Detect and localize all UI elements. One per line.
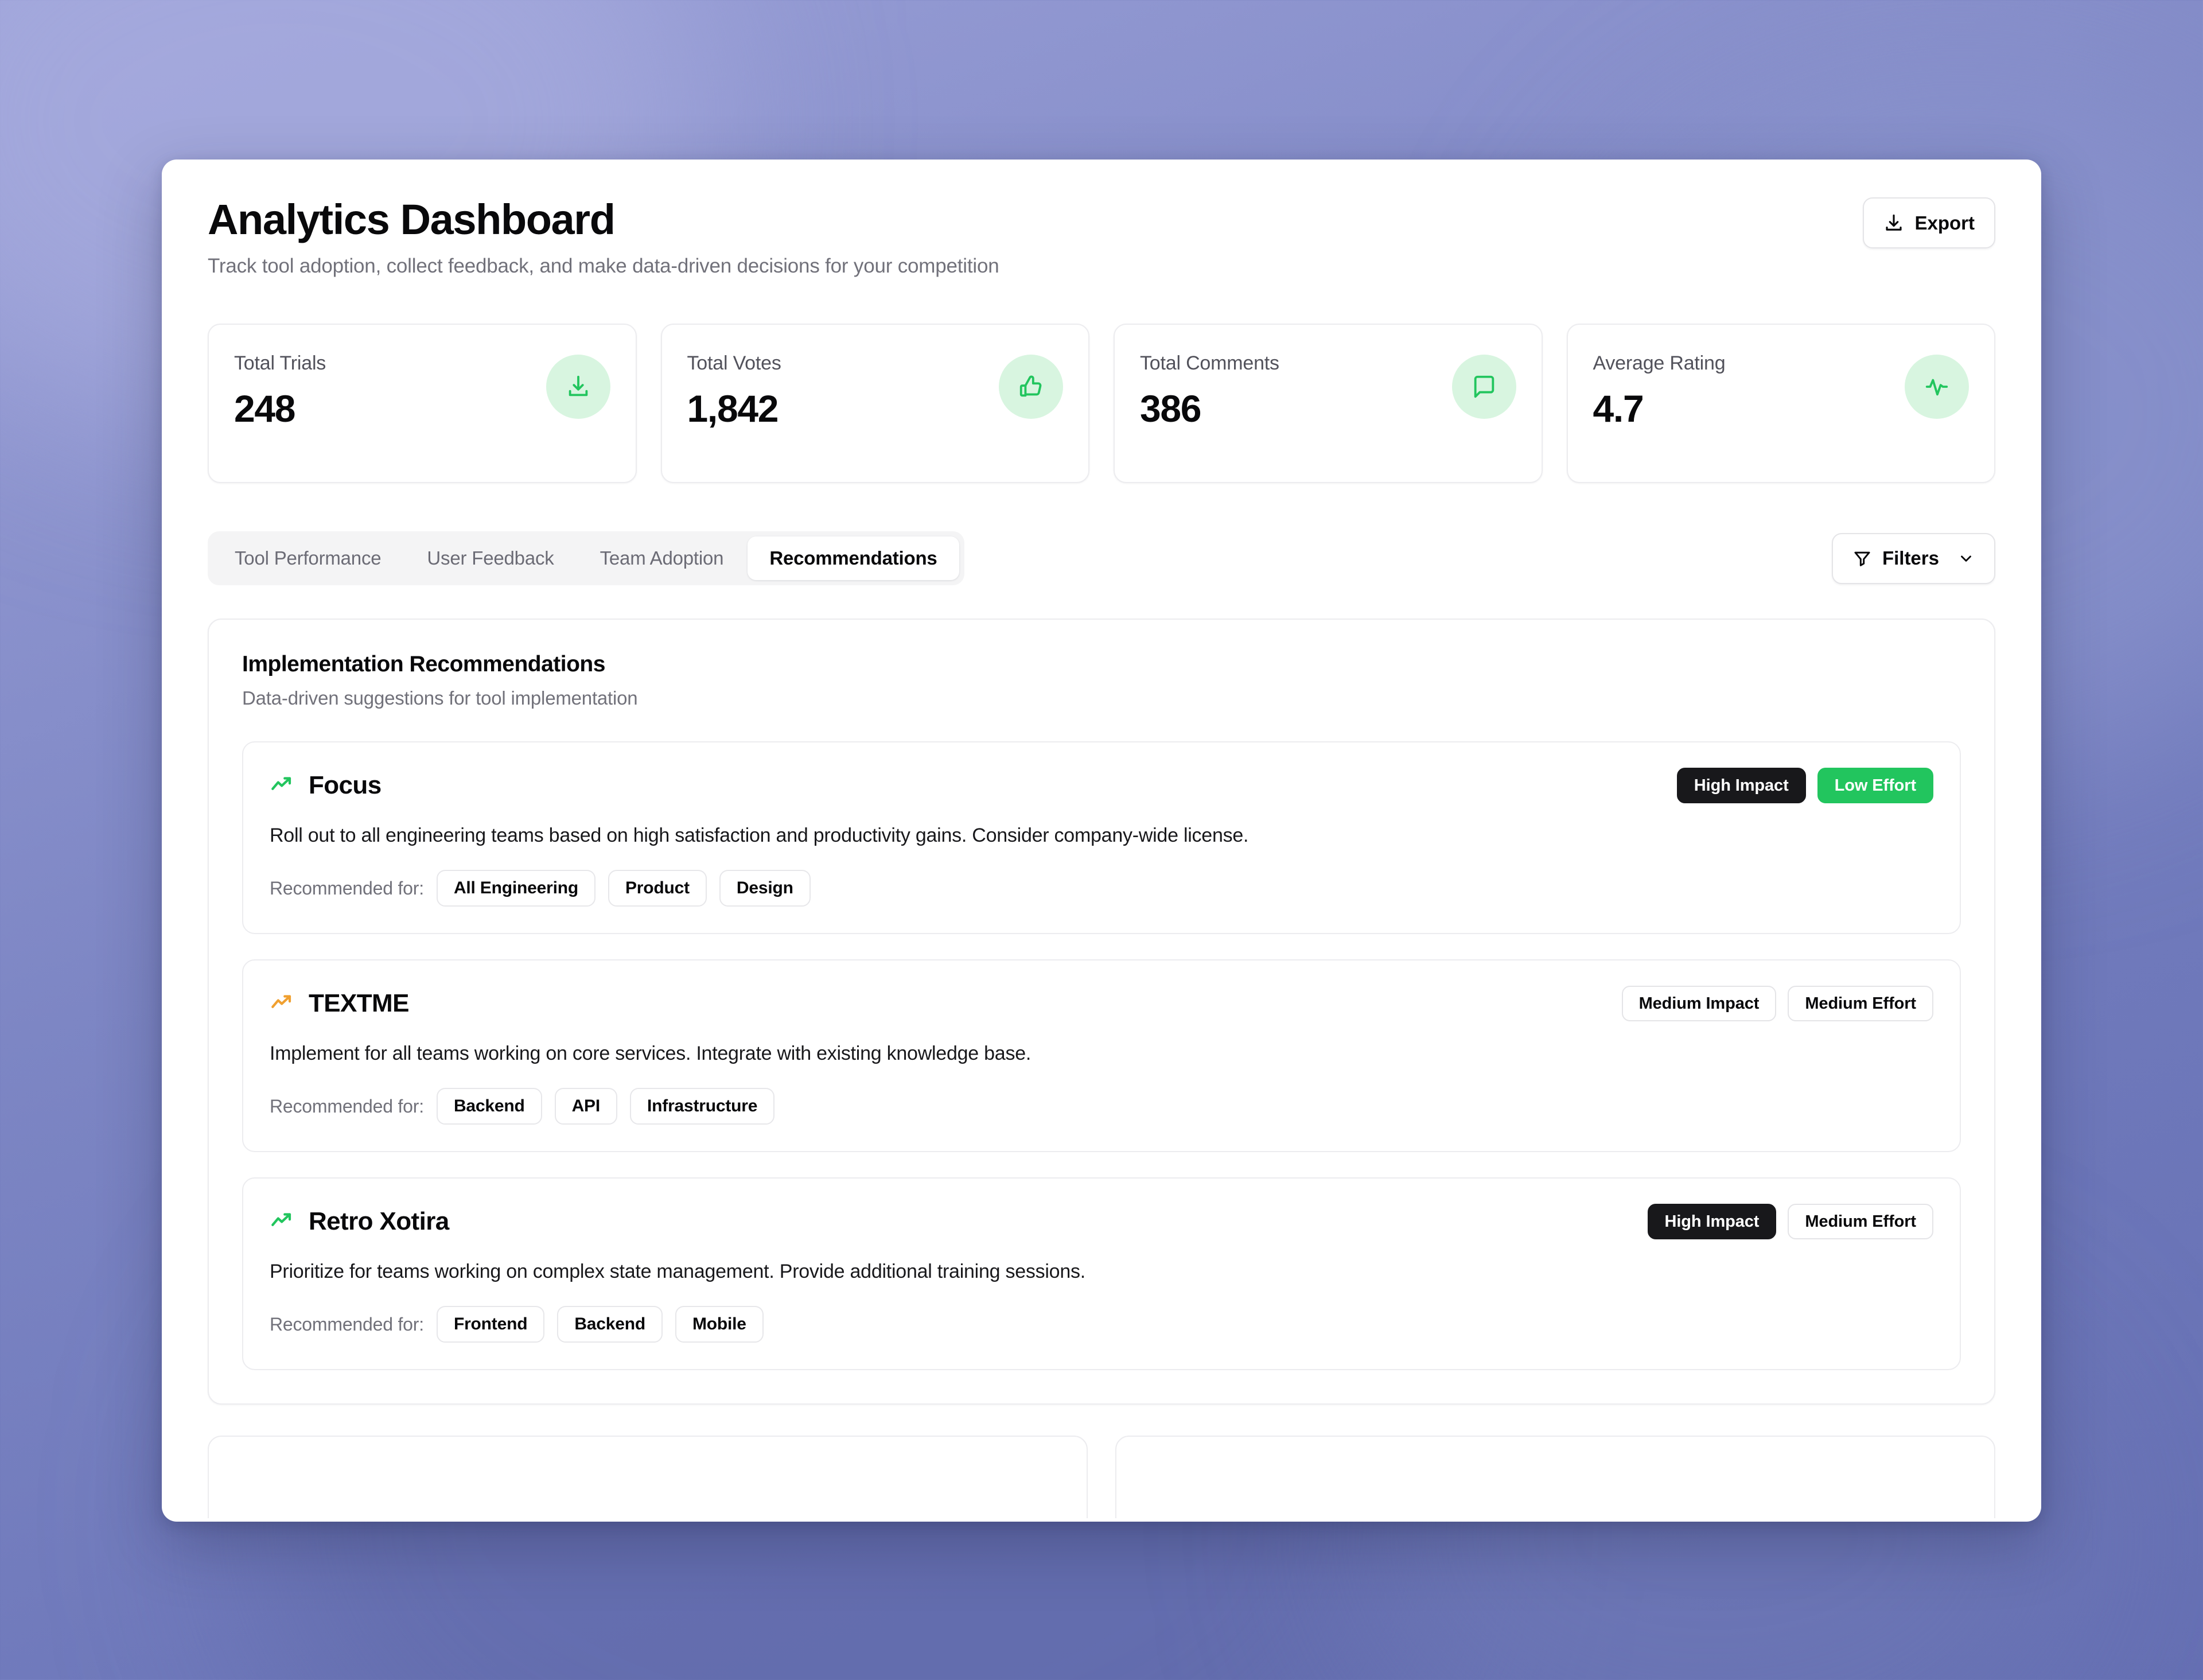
team-chip[interactable]: Product [608,870,707,907]
stat-value: 1,842 [687,387,779,430]
stat-label: Total Votes [687,352,781,375]
tab-team-adoption[interactable]: Team Adoption [578,536,746,580]
stat-label: Total Trials [234,352,326,375]
recommendation-name: Retro Xotira [309,1207,449,1236]
page-subtitle: Track tool adoption, collect feedback, a… [208,255,999,278]
dashboard-page: Analytics Dashboard Track tool adoption,… [165,163,2038,1518]
stat-card-average-rating: Average Rating 4.7 [1566,324,1995,484]
effort-badge: Low Effort [1817,768,1933,804]
tabs-row: Tool Performance User Feedback Team Adop… [208,531,1995,586]
trending-up-icon [270,772,294,799]
app-window: Analytics Dashboard Track tool adoption,… [162,160,2041,1522]
stat-card-total-votes: Total Votes 1,842 [660,324,1089,484]
stat-card-text: Total Votes 1,842 [687,352,781,427]
impact-badge: High Impact [1676,768,1806,804]
recommendation-card: TEXTME Medium Impact Medium Effort Imple… [242,959,1961,1153]
thumbs-up-icon [999,355,1063,419]
export-button-label: Export [1914,212,1975,234]
filters-button[interactable]: Filters [1831,532,1995,584]
recommendation-description: Roll out to all engineering teams based … [270,825,1249,847]
recommendation-badges: High Impact Medium Effort [1647,1204,1933,1240]
panel-subtitle: Data-driven suggestions for tool impleme… [242,687,638,709]
impact-badge: Medium Impact [1621,986,1777,1022]
stat-value: 248 [234,387,296,430]
tablist: Tool Performance User Feedback Team Adop… [208,531,964,586]
download-icon [1883,213,1904,234]
recommended-for-label: Recommended for: [270,877,424,899]
chevron-down-icon [1957,550,1975,567]
stat-cards: Total Trials 248 Total Votes 1,842 Total… [208,324,1995,484]
recommendation-description: Prioritize for teams working on complex … [270,1261,1085,1283]
tab-recommendations[interactable]: Recommendations [748,536,959,581]
team-chip[interactable]: Design [719,870,811,907]
recommended-for-row: Recommended for: All Engineering Product… [270,870,1933,907]
recommendation-badges: High Impact Low Effort [1676,768,1933,804]
stat-value: 386 [1140,387,1202,430]
download-icon [546,355,610,419]
stat-card-total-trials: Total Trials 248 [208,324,637,484]
recommended-for-row: Recommended for: Frontend Backend Mobile [270,1306,1933,1343]
recommendation-badges: Medium Impact Medium Effort [1621,986,1933,1022]
recommendation-name: TEXTME [309,989,409,1018]
page-header: Analytics Dashboard Track tool adoption,… [208,197,1995,278]
recommendations-panel: Implementation Recommendations Data-driv… [208,619,1995,1405]
recommendation-title-group: Retro Xotira [270,1207,449,1236]
stat-card-text: Total Comments 386 [1140,352,1279,427]
recommended-for-label: Recommended for: [270,1095,424,1117]
recommendation-card: Retro Xotira High Impact Medium Effort P… [242,1177,1961,1371]
trending-up-icon [270,1208,294,1235]
trending-up-icon [270,990,294,1017]
filters-button-label: Filters [1882,547,1939,569]
recommendation-card: Focus High Impact Low Effort Roll out to… [242,741,1961,935]
export-button[interactable]: Export [1863,197,1995,248]
tab-user-feedback[interactable]: User Feedback [405,536,575,580]
stat-card-total-comments: Total Comments 386 [1114,324,1543,484]
recommendation-name: Focus [309,771,382,800]
below-fold-card [1115,1436,1995,1518]
below-fold-cards [208,1436,1995,1518]
recommendation-title-group: TEXTME [270,989,409,1018]
team-chip[interactable]: Backend [557,1306,663,1343]
recommendation-description: Implement for all teams working on core … [270,1043,1032,1065]
comment-icon [1451,355,1516,419]
page-header-text: Analytics Dashboard Track tool adoption,… [208,197,999,278]
stat-card-text: Total Trials 248 [234,352,326,427]
recommended-for-label: Recommended for: [270,1313,424,1335]
team-chip[interactable]: API [554,1088,618,1125]
stat-label: Total Comments [1140,352,1279,375]
panel-title: Implementation Recommendations [242,652,605,677]
activity-icon [1905,355,1969,419]
team-chip[interactable]: Frontend [436,1306,545,1343]
effort-badge: Medium Effort [1788,1204,1933,1240]
recommended-for-row: Recommended for: Backend API Infrastruct… [270,1088,1933,1125]
recommendation-header: Retro Xotira High Impact Medium Effort [270,1204,1933,1240]
team-chip[interactable]: Backend [436,1088,542,1125]
page-title: Analytics Dashboard [208,196,616,243]
recommendation-title-group: Focus [270,771,382,800]
stat-value: 4.7 [1593,387,1644,430]
funnel-icon [1852,549,1872,568]
impact-badge: High Impact [1647,1204,1777,1240]
stat-label: Average Rating [1593,352,1726,375]
team-chip[interactable]: All Engineering [436,870,595,907]
team-chip[interactable]: Infrastructure [630,1088,775,1125]
recommendation-list: Focus High Impact Low Effort Roll out to… [242,741,1961,1371]
tab-tool-performance[interactable]: Tool Performance [213,536,403,580]
effort-badge: Medium Effort [1788,986,1933,1022]
below-fold-card [208,1436,1088,1518]
team-chip[interactable]: Mobile [675,1306,764,1343]
recommendation-header: Focus High Impact Low Effort [270,768,1933,804]
stat-card-text: Average Rating 4.7 [1593,352,1726,427]
recommendation-header: TEXTME Medium Impact Medium Effort [270,986,1933,1022]
